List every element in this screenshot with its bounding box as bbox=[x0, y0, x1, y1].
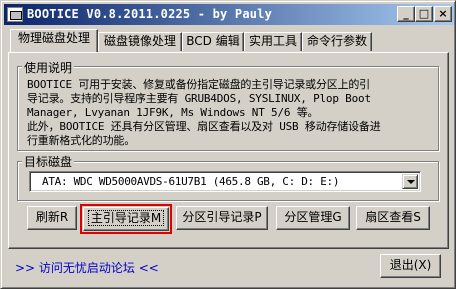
tab-physical-disk[interactable]: 物理磁盘处理 bbox=[10, 29, 98, 52]
target-disk-value: ATA: WDC WD5000AVDS-61U7B1 (465.8 GB, C:… bbox=[42, 175, 340, 188]
target-disk-select[interactable]: ATA: WDC WD5000AVDS-61U7B1 (465.8 GB, C:… bbox=[29, 171, 421, 192]
close-button[interactable]: × bbox=[434, 6, 452, 22]
tab-utilities[interactable]: 实用工具 bbox=[244, 32, 302, 51]
mbr-button[interactable]: 主引导记录M bbox=[80, 204, 172, 234]
pbr-button[interactable]: 分区引导记录P bbox=[176, 206, 268, 230]
exit-button[interactable]: 退出(X) bbox=[380, 254, 441, 278]
usage-description: BOOTICE 可用于安装、修复或备份指定磁盘的主引导记录或分区上的引 导记录。… bbox=[27, 78, 381, 147]
sector-view-label: 扇区查看S bbox=[365, 210, 421, 224]
chevron-down-icon[interactable] bbox=[402, 174, 418, 189]
window-title: BOOTICE V0.8.2011.0225 - by Pauly bbox=[27, 7, 273, 21]
target-disk-legend: 目标磁盘 bbox=[22, 153, 75, 170]
exit-label: 退出(X) bbox=[389, 258, 432, 272]
title-bar[interactable]: BOOTICE V0.8.2011.0225 - by Pauly _ □ × bbox=[4, 4, 454, 25]
minimize-button[interactable]: _ bbox=[397, 6, 415, 22]
bootice-window: BOOTICE V0.8.2011.0225 - by Pauly _ □ × … bbox=[0, 0, 456, 289]
tab-bcd-edit[interactable]: BCD 编辑 bbox=[182, 32, 244, 51]
partition-manage-button[interactable]: 分区管理G bbox=[276, 206, 350, 230]
refresh-button[interactable]: 刷新R bbox=[27, 206, 77, 230]
maximize-button[interactable]: □ bbox=[415, 6, 433, 22]
sector-view-button[interactable]: 扇区查看S bbox=[356, 206, 430, 230]
forum-link[interactable]: >> 访问无忧启动论坛 << bbox=[15, 259, 159, 276]
mbr-label: 主引导记录M bbox=[87, 210, 165, 226]
app-icon bbox=[7, 7, 23, 22]
pbr-label: 分区引导记录P bbox=[182, 210, 262, 224]
tab-command-line[interactable]: 命令行参数 bbox=[302, 32, 372, 51]
usage-legend: 使用说明 bbox=[22, 59, 75, 76]
refresh-label: 刷新R bbox=[35, 210, 69, 224]
partition-manage-label: 分区管理G bbox=[284, 210, 342, 224]
tab-disk-image[interactable]: 磁盘镜像处理 bbox=[98, 32, 182, 51]
